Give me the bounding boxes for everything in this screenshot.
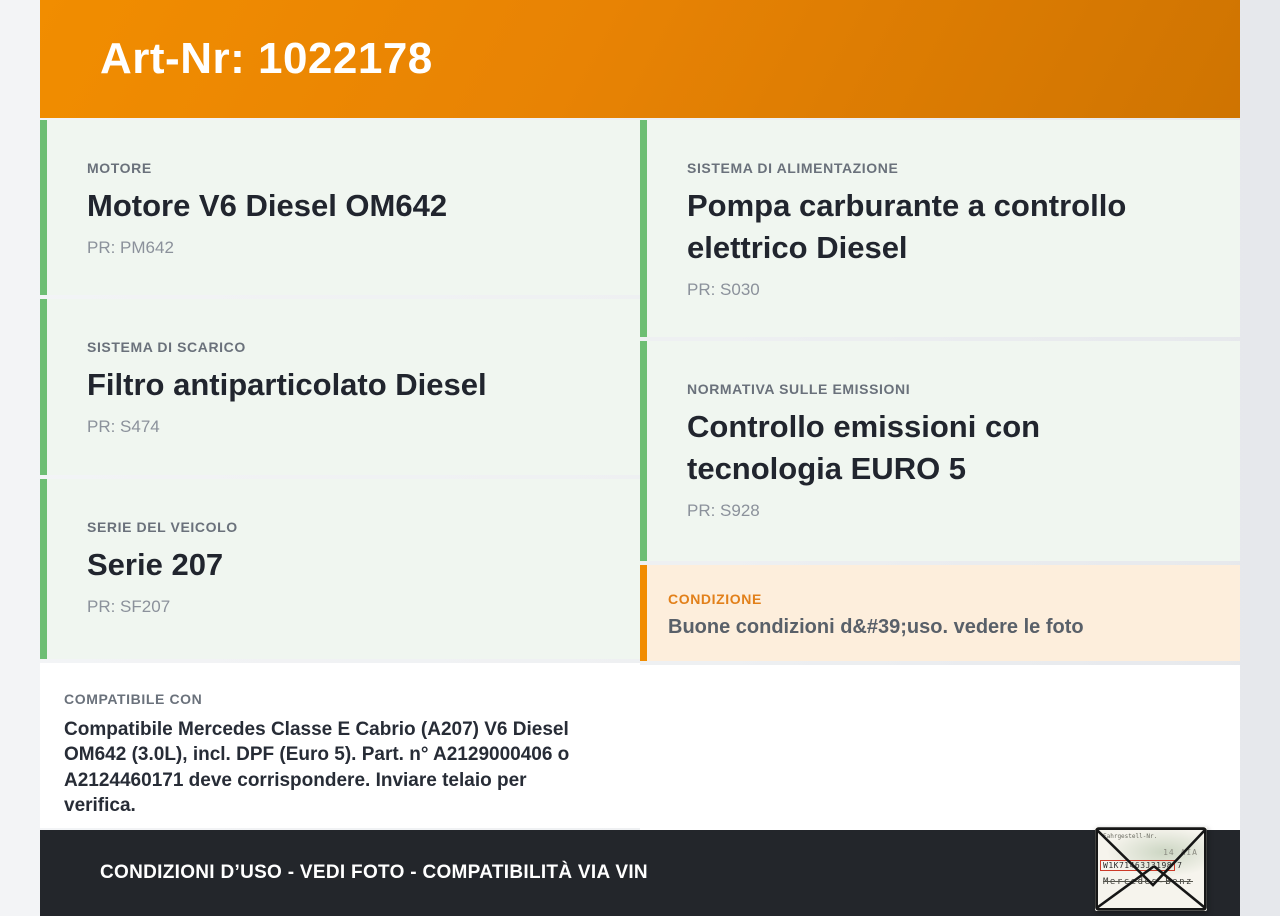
spec-title: Filtro antiparticolato Diesel	[87, 367, 487, 402]
envelope-icon	[1095, 827, 1207, 911]
content-frame: Art-Nr: 1022178 MOTORE Motore V6 Diesel …	[40, 0, 1240, 916]
spec-title: Motore V6 Diesel OM642	[87, 188, 448, 223]
condition-label: CONDIZIONE	[668, 591, 762, 607]
empty-panel	[640, 665, 1240, 830]
vin-document-image: Fahrgestell-Nr. 14 AIA W1K71463J3198 7 Me…	[1095, 827, 1207, 911]
spec-label: SERIE DEL VEICOLO	[87, 519, 238, 535]
footer: CONDIZIONI D’USO - VEDI FOTO - COMPATIBI…	[40, 830, 1240, 916]
compatibility-card: COMPATIBILE CON Compatibile Mercedes Cla…	[40, 663, 640, 828]
spec-card-emissioni: NORMATIVA SULLE EMISSIONI Controllo emis…	[640, 341, 1240, 561]
spec-title: Pompa carburante a controllo elettrico D…	[687, 188, 1127, 266]
spec-label: SISTEMA DI ALIMENTAZIONE	[687, 160, 899, 176]
footer-text: CONDIZIONI D’USO - VEDI FOTO - COMPATIBI…	[100, 862, 648, 883]
condition-text: Buone condizioni d&#39;uso. vedere le fo…	[668, 616, 1084, 638]
spec-card-scarico: SISTEMA DI SCARICO Filtro antiparticolat…	[40, 299, 640, 475]
product-page: Art-Nr: 1022178 MOTORE Motore V6 Diesel …	[0, 0, 1280, 916]
spec-label: NORMATIVA SULLE EMISSIONI	[687, 381, 911, 397]
right-column: SISTEMA DI ALIMENTAZIONE Pompa carburant…	[640, 120, 1240, 830]
left-column: MOTORE Motore V6 Diesel OM642 PR: PM642 …	[40, 120, 640, 830]
spec-label: SISTEMA DI SCARICO	[87, 339, 246, 355]
spec-columns: MOTORE Motore V6 Diesel OM642 PR: PM642 …	[40, 118, 1240, 830]
spec-card-alimentazione: SISTEMA DI ALIMENTAZIONE Pompa carburant…	[640, 120, 1240, 337]
spec-label: MOTORE	[87, 160, 152, 176]
page-title: Art-Nr: 1022178	[100, 34, 433, 83]
header: Art-Nr: 1022178	[40, 0, 1240, 118]
spec-pr-code: PR: SF207	[87, 597, 171, 617]
spec-title: Controllo emissioni con tecnologia EURO …	[687, 409, 1041, 487]
spec-card-serie: SERIE DEL VEICOLO Serie 207 PR: SF207	[40, 479, 640, 659]
spec-pr-code: PR: S030	[687, 280, 760, 300]
compatibility-label: COMPATIBILE CON	[64, 691, 203, 707]
spec-title: Serie 207	[87, 547, 224, 582]
spec-pr-code: PR: S928	[687, 501, 760, 521]
compatibility-text: Compatibile Mercedes Classe E Cabrio (A2…	[64, 719, 570, 817]
spec-pr-code: PR: PM642	[87, 238, 174, 258]
spec-card-motore: MOTORE Motore V6 Diesel OM642 PR: PM642	[40, 120, 640, 295]
spec-pr-code: PR: S474	[87, 417, 160, 437]
condition-card: CONDIZIONE Buone condizioni d&#39;uso. v…	[640, 565, 1240, 661]
